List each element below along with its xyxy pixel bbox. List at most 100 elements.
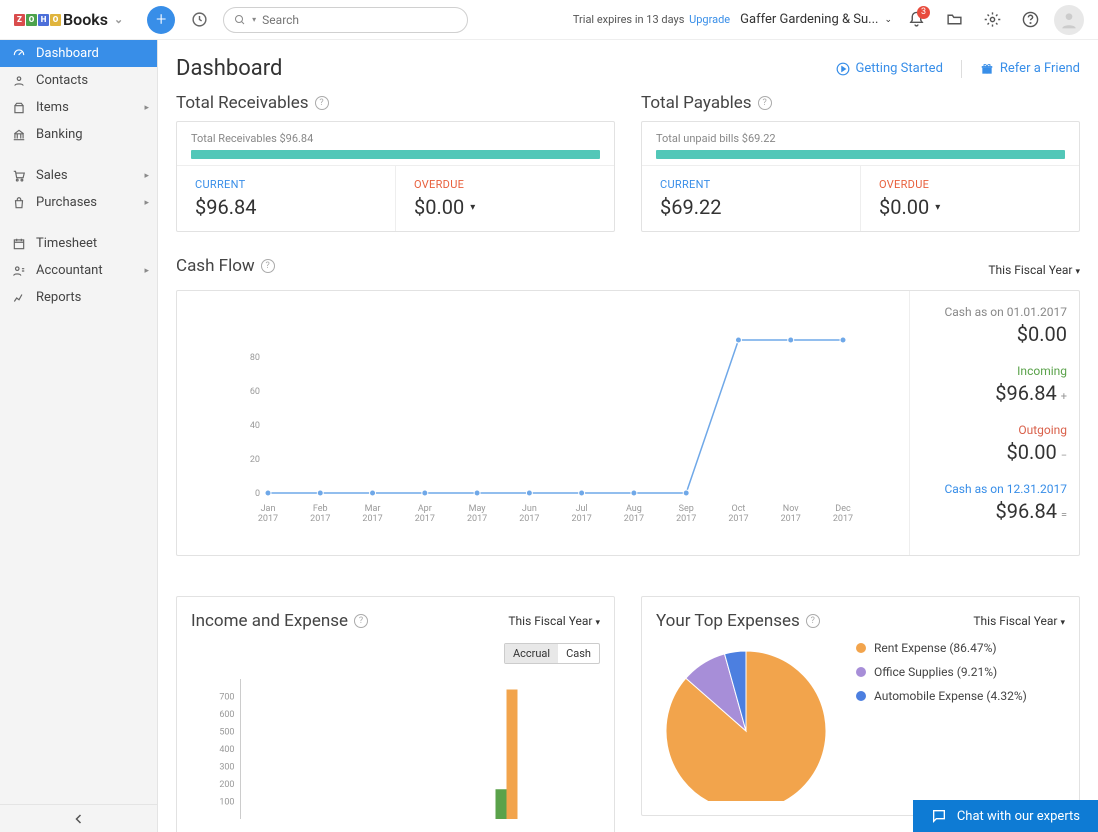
- sidebar-item-timesheet[interactable]: Timesheet: [0, 230, 157, 257]
- upgrade-link[interactable]: Upgrade: [689, 13, 730, 26]
- search-input[interactable]: [262, 13, 457, 27]
- time-icon: [12, 237, 26, 251]
- chevron-down-icon: ⌄: [884, 15, 892, 25]
- brand-chevron-icon: ⌄: [114, 13, 123, 26]
- sidebar-collapse-button[interactable]: [0, 804, 157, 832]
- gear-icon: [984, 11, 1001, 28]
- sidebar-item-label: Timesheet: [36, 236, 97, 251]
- brand-logo[interactable]: ZOHO Books ⌄: [14, 10, 137, 29]
- items-icon: [12, 101, 26, 115]
- toggle-accrual[interactable]: Accrual: [505, 644, 558, 663]
- svg-text:Oct: Oct: [732, 504, 746, 514]
- sidebar-item-purchases[interactable]: Purchases▸: [0, 189, 157, 216]
- help-icon[interactable]: ?: [806, 614, 820, 628]
- legend-swatch: [856, 667, 866, 677]
- legend-swatch: [856, 643, 866, 653]
- legend-swatch: [856, 691, 866, 701]
- legend-item: Rent Expense (86.47%): [856, 641, 1027, 655]
- svg-text:Dec: Dec: [835, 504, 851, 514]
- chat-experts-button[interactable]: Chat with our experts: [913, 800, 1098, 832]
- sidebar: Dashboard Contacts Items ▸ Banking Sales▸Purc…: [0, 40, 158, 832]
- svg-text:400: 400: [219, 745, 234, 755]
- report-icon: [12, 291, 26, 305]
- ie-chart: 100200300400500600700: [191, 674, 600, 824]
- ie-range-dropdown[interactable]: This Fiscal Year ▾: [508, 614, 600, 628]
- chevron-right-icon: ▸: [144, 266, 149, 276]
- sidebar-item-dashboard[interactable]: Dashboard: [0, 40, 157, 67]
- gift-icon: [980, 62, 994, 76]
- chevron-down-icon: ▾: [595, 618, 600, 628]
- search-scope-chevron-icon[interactable]: ▾: [252, 15, 256, 24]
- sidebar-item-accountant[interactable]: Accountant ▸: [0, 257, 157, 284]
- te-range-dropdown[interactable]: This Fiscal Year ▾: [973, 614, 1065, 628]
- cashflow-range-dropdown[interactable]: This Fiscal Year ▾: [988, 263, 1080, 277]
- svg-text:Jul: Jul: [576, 504, 588, 514]
- receivables-overdue-dropdown[interactable]: $0.00▾: [414, 195, 596, 219]
- help-button[interactable]: [1016, 6, 1044, 34]
- help-icon[interactable]: ?: [261, 259, 275, 273]
- search-box[interactable]: ▾: [223, 7, 468, 33]
- help-icon[interactable]: ?: [354, 614, 368, 628]
- svg-text:2017: 2017: [728, 514, 748, 524]
- sidebar-item-label: Banking: [36, 127, 83, 142]
- cashflow-title: Cash Flow: [176, 256, 255, 276]
- profile-avatar[interactable]: [1054, 5, 1084, 35]
- sidebar-item-label: Dashboard: [36, 46, 99, 61]
- receivables-current-value: $96.84: [195, 195, 377, 219]
- sidebar-item-items[interactable]: Items ▸: [0, 94, 157, 121]
- cash-end-value: $96.84=: [922, 499, 1067, 523]
- sidebar-item-label: Items: [36, 100, 69, 115]
- avatar-icon: [1059, 10, 1079, 30]
- quick-add-button[interactable]: +: [147, 6, 175, 34]
- getting-started-link[interactable]: Getting Started: [836, 61, 943, 76]
- sidebar-item-contacts[interactable]: Contacts: [0, 67, 157, 94]
- cashflow-chart: 020406080Jan2017Feb2017Mar2017Apr2017May…: [199, 313, 887, 533]
- svg-text:0: 0: [255, 489, 260, 499]
- sidebar-item-reports[interactable]: Reports: [0, 284, 157, 311]
- svg-text:Apr: Apr: [418, 504, 432, 514]
- documents-button[interactable]: [940, 6, 968, 34]
- bag-icon: [12, 196, 26, 210]
- incoming-value: $96.84+: [922, 381, 1067, 405]
- help-icon[interactable]: ?: [315, 96, 329, 110]
- refer-friend-link[interactable]: Refer a Friend: [980, 61, 1080, 76]
- payables-current-label: CURRENT: [660, 178, 842, 191]
- svg-text:2017: 2017: [415, 514, 435, 524]
- cart-icon: [12, 169, 26, 183]
- receivables-progress: [191, 150, 600, 159]
- svg-text:2017: 2017: [676, 514, 696, 524]
- svg-text:Jan: Jan: [261, 504, 276, 514]
- main-content: Dashboard Getting Started Refer a Friend…: [158, 40, 1098, 832]
- sidebar-item-label: Accountant: [36, 263, 103, 278]
- notifications-button[interactable]: 3: [902, 6, 930, 34]
- toggle-cash[interactable]: Cash: [558, 644, 599, 663]
- brand-name: Books: [63, 10, 108, 29]
- top-expenses-pie: [656, 641, 836, 801]
- legend-item: Office Supplies (9.21%): [856, 665, 1027, 679]
- svg-text:2017: 2017: [572, 514, 592, 524]
- legend-label: Automobile Expense (4.32%): [874, 689, 1027, 703]
- svg-text:Mar: Mar: [365, 504, 381, 514]
- payables-overdue-dropdown[interactable]: $0.00▾: [879, 195, 1061, 219]
- page-title: Dashboard: [176, 56, 282, 81]
- chevron-right-icon: ▸: [144, 171, 149, 181]
- sidebar-item-banking[interactable]: Banking: [0, 121, 157, 148]
- chevron-right-icon: ▸: [144, 198, 149, 208]
- svg-text:2017: 2017: [519, 514, 539, 524]
- chevron-right-icon: ▸: [144, 103, 149, 113]
- svg-text:Sep: Sep: [679, 504, 694, 514]
- sidebar-item-sales[interactable]: Sales▸: [0, 162, 157, 189]
- help-icon[interactable]: ?: [758, 96, 772, 110]
- settings-button[interactable]: [978, 6, 1006, 34]
- legend-item: Automobile Expense (4.32%): [856, 689, 1027, 703]
- svg-text:80: 80: [250, 353, 260, 363]
- te-title: Your Top Expenses: [656, 611, 800, 631]
- svg-text:Aug: Aug: [626, 504, 642, 514]
- outgoing-value: $0.00−: [922, 440, 1067, 464]
- payables-progress: [656, 150, 1065, 159]
- org-switcher[interactable]: Gaffer Gardening & Su... ⌄: [740, 12, 892, 27]
- svg-text:600: 600: [219, 710, 234, 720]
- svg-text:2017: 2017: [467, 514, 487, 524]
- ie-basis-toggle[interactable]: AccrualCash: [504, 643, 600, 664]
- recent-activity-button[interactable]: [185, 6, 213, 34]
